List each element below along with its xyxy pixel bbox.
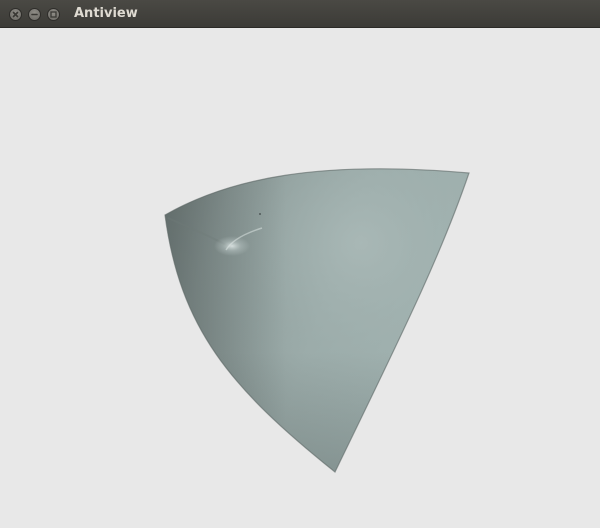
maximize-icon xyxy=(50,11,57,18)
minimize-button[interactable] xyxy=(28,8,41,21)
close-icon xyxy=(12,11,19,18)
minimize-icon xyxy=(31,13,38,16)
rendered-surface xyxy=(164,168,470,473)
title-bar[interactable]: Antiview xyxy=(0,0,600,28)
window-title: Antiview xyxy=(74,6,138,21)
app-window: Antiview xyxy=(0,0,600,528)
3d-viewport[interactable] xyxy=(0,28,600,528)
maximize-button[interactable] xyxy=(47,8,60,21)
close-button[interactable] xyxy=(9,8,22,21)
